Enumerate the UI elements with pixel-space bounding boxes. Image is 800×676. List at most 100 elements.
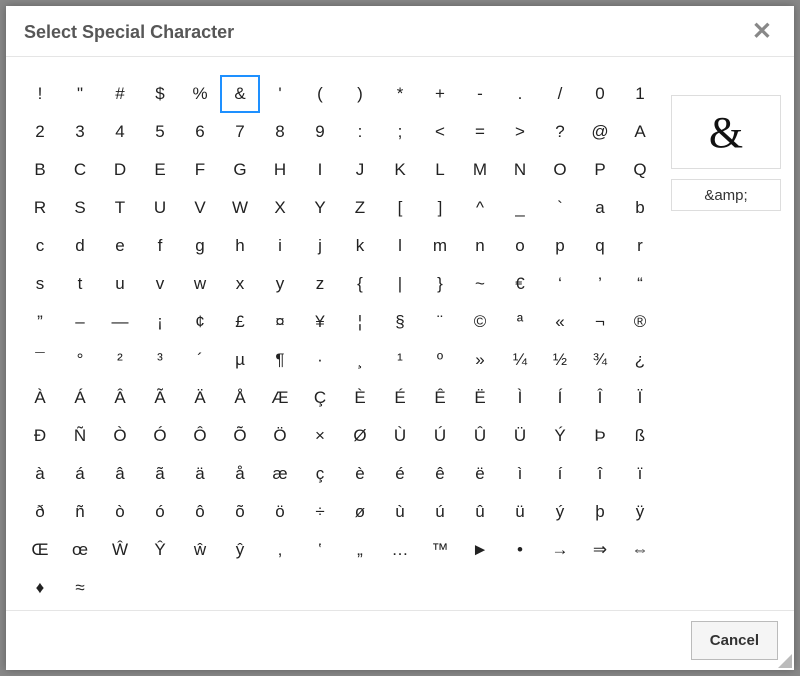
- char-cell[interactable]: ŷ: [220, 531, 260, 569]
- char-cell[interactable]: Á: [60, 379, 100, 417]
- char-cell[interactable]: s: [20, 265, 60, 303]
- char-cell[interactable]: ™: [420, 531, 460, 569]
- char-cell[interactable]: +: [420, 75, 460, 113]
- char-cell[interactable]: Æ: [260, 379, 300, 417]
- char-cell[interactable]: i: [260, 227, 300, 265]
- char-cell[interactable]: …: [380, 531, 420, 569]
- char-cell[interactable]: _: [500, 189, 540, 227]
- char-cell[interactable]: ö: [260, 493, 300, 531]
- char-cell[interactable]: t: [60, 265, 100, 303]
- char-cell[interactable]: Þ: [580, 417, 620, 455]
- char-cell[interactable]: Ù: [380, 417, 420, 455]
- char-cell[interactable]: •: [500, 531, 540, 569]
- char-cell[interactable]: T: [100, 189, 140, 227]
- char-cell[interactable]: ©: [460, 303, 500, 341]
- char-cell[interactable]: ë: [460, 455, 500, 493]
- char-cell[interactable]: ¸: [340, 341, 380, 379]
- char-cell[interactable]: ♦: [20, 569, 60, 600]
- char-cell[interactable]: e: [100, 227, 140, 265]
- char-cell[interactable]: $: [140, 75, 180, 113]
- char-cell[interactable]: #: [100, 75, 140, 113]
- char-cell[interactable]: u: [100, 265, 140, 303]
- char-cell[interactable]: ´: [180, 341, 220, 379]
- char-cell[interactable]: ?: [540, 113, 580, 151]
- char-cell[interactable]: 7: [220, 113, 260, 151]
- char-cell[interactable]: k: [340, 227, 380, 265]
- char-cell[interactable]: ”: [20, 303, 60, 341]
- char-cell[interactable]: ⇒: [580, 531, 620, 569]
- char-cell[interactable]: E: [140, 151, 180, 189]
- char-cell[interactable]: %: [180, 75, 220, 113]
- char-cell[interactable]: H: [260, 151, 300, 189]
- char-cell[interactable]: «: [540, 303, 580, 341]
- char-cell[interactable]: `: [540, 189, 580, 227]
- char-cell[interactable]: o: [500, 227, 540, 265]
- char-cell[interactable]: õ: [220, 493, 260, 531]
- char-cell[interactable]: Ú: [420, 417, 460, 455]
- char-cell[interactable]: ‛: [300, 531, 340, 569]
- char-cell[interactable]: @: [580, 113, 620, 151]
- char-cell[interactable]: ¹: [380, 341, 420, 379]
- char-cell[interactable]: |: [380, 265, 420, 303]
- char-cell[interactable]: “: [620, 265, 660, 303]
- char-cell[interactable]: ’: [580, 265, 620, 303]
- char-cell[interactable]: j: [300, 227, 340, 265]
- char-cell[interactable]: ¦: [340, 303, 380, 341]
- char-cell[interactable]: â: [100, 455, 140, 493]
- char-cell[interactable]: g: [180, 227, 220, 265]
- char-cell[interactable]: Œ: [20, 531, 60, 569]
- char-cell[interactable]: q: [580, 227, 620, 265]
- char-cell[interactable]: ð: [20, 493, 60, 531]
- char-cell[interactable]: Ŷ: [140, 531, 180, 569]
- char-cell[interactable]: ¿: [620, 341, 660, 379]
- char-cell[interactable]: Ŵ: [100, 531, 140, 569]
- char-cell[interactable]: Ä: [180, 379, 220, 417]
- char-cell[interactable]: K: [380, 151, 420, 189]
- char-cell[interactable]: à: [20, 455, 60, 493]
- char-cell[interactable]: ï: [620, 455, 660, 493]
- char-cell[interactable]: û: [460, 493, 500, 531]
- char-cell[interactable]: é: [380, 455, 420, 493]
- char-cell[interactable]: Ô: [180, 417, 220, 455]
- char-cell[interactable]: W: [220, 189, 260, 227]
- char-cell[interactable]: ¾: [580, 341, 620, 379]
- char-cell[interactable]: Y: [300, 189, 340, 227]
- char-cell[interactable]: ø: [340, 493, 380, 531]
- char-cell[interactable]: ç: [300, 455, 340, 493]
- char-cell[interactable]: ô: [180, 493, 220, 531]
- char-cell[interactable]: ÿ: [620, 493, 660, 531]
- char-cell[interactable]: ·: [300, 341, 340, 379]
- char-cell[interactable]: ê: [420, 455, 460, 493]
- char-cell[interactable]: ×: [300, 417, 340, 455]
- char-cell[interactable]: 8: [260, 113, 300, 151]
- char-cell[interactable]: ì: [500, 455, 540, 493]
- char-cell[interactable]: ¢: [180, 303, 220, 341]
- char-cell[interactable]: <: [420, 113, 460, 151]
- char-cell[interactable]: ä: [180, 455, 220, 493]
- char-cell[interactable]: (: [300, 75, 340, 113]
- char-cell[interactable]: h: [220, 227, 260, 265]
- char-cell[interactable]: Õ: [220, 417, 260, 455]
- char-cell[interactable]: Ã: [140, 379, 180, 417]
- char-cell[interactable]: I: [300, 151, 340, 189]
- char-cell[interactable]: 1: [620, 75, 660, 113]
- char-cell[interactable]: m: [420, 227, 460, 265]
- char-cell[interactable]: f: [140, 227, 180, 265]
- char-cell[interactable]: }: [420, 265, 460, 303]
- char-cell[interactable]: ¡: [140, 303, 180, 341]
- char-cell[interactable]: Ý: [540, 417, 580, 455]
- resize-grip[interactable]: [778, 654, 792, 668]
- char-cell[interactable]: &: [220, 75, 260, 113]
- char-cell[interactable]: è: [340, 455, 380, 493]
- char-cell[interactable]: Ñ: [60, 417, 100, 455]
- char-cell[interactable]: ≈: [60, 569, 100, 600]
- char-cell[interactable]: ³: [140, 341, 180, 379]
- char-cell[interactable]: §: [380, 303, 420, 341]
- char-cell[interactable]: Å: [220, 379, 260, 417]
- char-cell[interactable]: 2: [20, 113, 60, 151]
- char-cell[interactable]: µ: [220, 341, 260, 379]
- char-cell[interactable]: ^: [460, 189, 500, 227]
- char-cell[interactable]: [: [380, 189, 420, 227]
- char-cell[interactable]: ù: [380, 493, 420, 531]
- char-cell[interactable]: →: [540, 531, 580, 569]
